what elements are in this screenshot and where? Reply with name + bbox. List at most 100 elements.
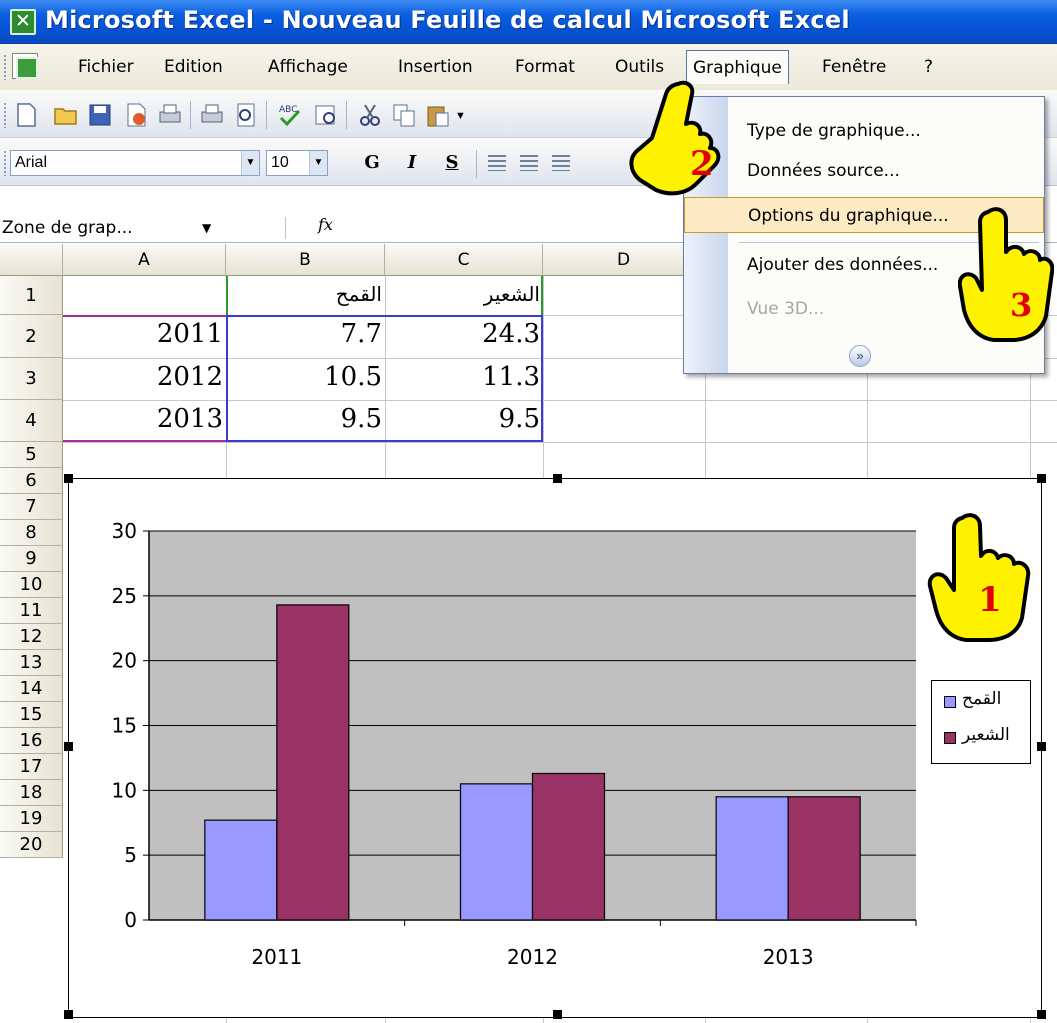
cell[interactable]: 11.3 <box>385 362 543 392</box>
save-icon[interactable] <box>86 101 114 129</box>
excel-app-icon[interactable] <box>10 9 36 35</box>
chart-area[interactable]: 0 5 10 15 20 25 30 2011 2012 2013 <box>68 478 1042 1018</box>
name-box[interactable]: Zone de grap... ▼ <box>0 214 232 242</box>
menu-fichier[interactable]: Fichier <box>72 53 140 81</box>
select-all-corner[interactable] <box>0 244 63 276</box>
row-header[interactable]: 8 <box>0 520 63 546</box>
menu-fenetre[interactable]: Fenêtre <box>816 53 892 81</box>
paste-icon[interactable] <box>424 101 452 129</box>
row-header[interactable]: 11 <box>0 598 63 624</box>
menu-format[interactable]: Format <box>509 53 581 81</box>
cell[interactable]: القمح <box>226 282 385 306</box>
row-header[interactable]: 9 <box>0 546 63 572</box>
cell[interactable]: الشعير <box>385 282 543 306</box>
x-tick-label: 2011 <box>251 945 302 969</box>
cell[interactable]: 10.5 <box>226 362 385 392</box>
align-left-icon[interactable] <box>486 153 508 173</box>
row-header[interactable]: 7 <box>0 494 63 520</box>
name-box-value: Zone de grap... <box>2 218 133 238</box>
row-header[interactable]: 1 <box>0 276 63 315</box>
resize-handle[interactable] <box>64 474 73 483</box>
resize-handle[interactable] <box>1037 474 1046 483</box>
toolbar-grip-icon[interactable] <box>3 102 7 128</box>
insert-function-icon[interactable]: fx <box>318 215 333 234</box>
italic-button[interactable]: I <box>400 150 424 176</box>
chevron-down-icon[interactable]: ▼ <box>309 151 327 175</box>
row-header[interactable]: 2 <box>0 315 63 358</box>
step-number-label: 3 <box>1010 286 1033 324</box>
resize-handle[interactable] <box>64 1010 73 1019</box>
resize-handle[interactable] <box>64 742 73 751</box>
cell[interactable]: 9.5 <box>226 404 385 434</box>
quick-print-icon[interactable] <box>198 101 226 129</box>
open-folder-icon[interactable] <box>52 101 80 129</box>
underline-button[interactable]: S <box>440 150 464 176</box>
row-header[interactable]: 19 <box>0 806 63 832</box>
row-header[interactable]: 14 <box>0 676 63 702</box>
cut-icon[interactable] <box>356 101 384 129</box>
toolbar-grip-icon[interactable] <box>3 150 7 176</box>
chart-legend[interactable]: القمح الشعير <box>931 680 1031 764</box>
row-header[interactable]: 4 <box>0 400 63 442</box>
cell[interactable]: 2011 <box>63 319 226 349</box>
chevron-down-icon[interactable]: ▼ <box>241 151 259 175</box>
cell[interactable]: 2013 <box>63 404 226 434</box>
row-header[interactable]: 20 <box>0 832 63 858</box>
clustered-column-chart[interactable]: 0 5 10 15 20 25 30 2011 2012 2013 <box>69 479 1041 1017</box>
permission-icon[interactable] <box>122 101 150 129</box>
align-right-icon[interactable] <box>550 153 572 173</box>
column-header[interactable]: B <box>226 244 385 276</box>
cell[interactable]: 9.5 <box>385 404 543 434</box>
column-header[interactable]: A <box>63 244 226 276</box>
bold-button[interactable]: G <box>360 150 384 176</box>
column-header[interactable]: D <box>543 244 705 276</box>
font-name-value: Arial <box>15 154 48 171</box>
print-icon[interactable] <box>156 101 184 129</box>
cell[interactable]: 24.3 <box>385 319 543 349</box>
gridline <box>63 442 1057 443</box>
row-header[interactable]: 12 <box>0 624 63 650</box>
workbook-icon[interactable] <box>12 53 38 79</box>
cell[interactable]: 2012 <box>63 362 226 392</box>
menu-item-source-data[interactable]: Données source... <box>684 153 1044 189</box>
resize-handle[interactable] <box>1037 742 1046 751</box>
align-center-icon[interactable] <box>518 153 540 173</box>
row-header[interactable]: 6 <box>0 468 63 494</box>
cell[interactable]: 7.7 <box>226 319 385 349</box>
menubar-grip-icon[interactable] <box>3 54 7 80</box>
research-icon[interactable] <box>312 101 340 129</box>
menu-edition[interactable]: Edition <box>158 53 229 81</box>
font-name-combo[interactable]: Arial ▼ <box>10 150 260 176</box>
row-header[interactable]: 16 <box>0 728 63 754</box>
row-header[interactable]: 13 <box>0 650 63 676</box>
row-header[interactable]: 3 <box>0 358 63 400</box>
column-header[interactable]: C <box>385 244 543 276</box>
menu-outils[interactable]: Outils <box>609 53 670 81</box>
row-header[interactable]: 17 <box>0 754 63 780</box>
resize-handle[interactable] <box>553 474 562 483</box>
paste-dropdown-icon[interactable]: ▼ <box>455 110 466 122</box>
chevron-down-icon[interactable]: ▼ <box>202 214 211 242</box>
resize-handle[interactable] <box>1037 1010 1046 1019</box>
chevron-double-down-icon[interactable]: » <box>849 345 871 367</box>
menu-affichage[interactable]: Affichage <box>262 53 354 81</box>
toolbar-separator <box>190 101 191 129</box>
print-preview-icon[interactable] <box>232 101 260 129</box>
menu-graphique[interactable]: Graphique <box>686 50 789 84</box>
menu-item-chart-type[interactable]: Type de graphique... <box>684 113 1044 149</box>
row-header[interactable]: 18 <box>0 780 63 806</box>
new-document-icon[interactable] <box>12 101 40 129</box>
resize-handle[interactable] <box>553 1010 562 1019</box>
menu-help[interactable]: ? <box>918 53 939 81</box>
font-size-combo[interactable]: 10 ▼ <box>266 150 328 176</box>
row-header[interactable]: 10 <box>0 572 63 598</box>
pointing-hand-icon <box>927 513 1031 642</box>
copy-icon[interactable] <box>390 101 418 129</box>
row-header[interactable]: 15 <box>0 702 63 728</box>
row-header[interactable]: 5 <box>0 442 63 468</box>
legend-label: القمح <box>962 689 1002 709</box>
spelling-icon[interactable]: ABC <box>276 101 304 129</box>
menu-insertion[interactable]: Insertion <box>392 53 479 81</box>
y-tick-label: 5 <box>124 843 137 867</box>
x-tick-label: 2013 <box>763 945 814 969</box>
